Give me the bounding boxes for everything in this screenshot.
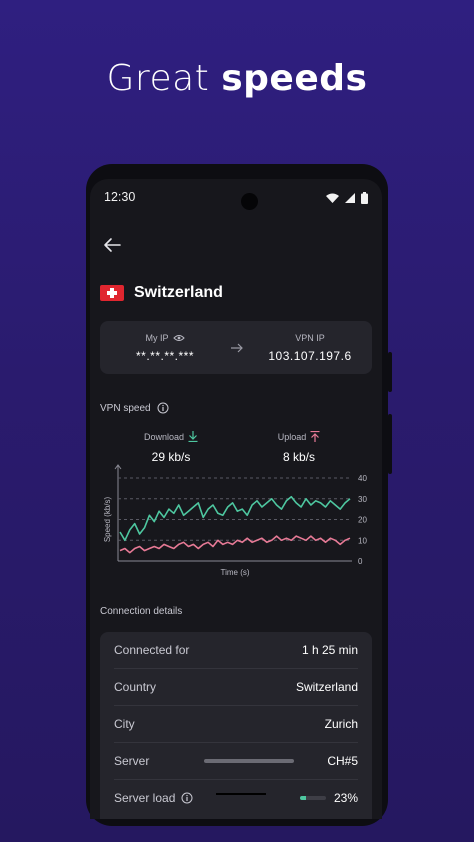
my-ip-label: My IP <box>145 333 169 343</box>
detail-value: Switzerland <box>295 680 358 694</box>
signal-icon <box>345 193 355 203</box>
status-bar: 12:30 <box>104 189 368 210</box>
vpn-speed-title-row: VPN speed <box>100 402 169 414</box>
headline-light: Great <box>106 58 210 99</box>
download-label: Download <box>143 431 185 442</box>
download-value: 29 kb/s <box>151 450 191 464</box>
upload-label: Upload <box>277 431 307 442</box>
download-arrow-icon <box>188 431 198 442</box>
detail-row-server-load: Server load 23% <box>114 780 358 816</box>
server-load-fill <box>299 796 306 800</box>
headline: Great speeds <box>0 58 474 99</box>
y-tick-label: 20 <box>358 516 367 525</box>
switzerland-flag-icon <box>100 285 124 301</box>
detail-value: 1 h 25 min <box>301 643 358 657</box>
download-series-line <box>119 495 351 542</box>
eye-icon[interactable] <box>172 334 185 342</box>
detail-row-country: Country Switzerland <box>114 669 358 706</box>
detail-label: City <box>114 717 135 731</box>
x-axis-label: Time (s) <box>220 568 249 577</box>
my-ip-value: **.**.**.*** <box>135 349 195 363</box>
connection-details-title: Connection details <box>100 606 183 617</box>
detail-row-server: Server CH#5 <box>114 743 358 780</box>
y-tick-label: 10 <box>358 536 367 545</box>
upload-series-line <box>119 535 351 554</box>
server-load-bar <box>299 796 326 800</box>
download-block: Download 29 kb/s <box>116 431 226 464</box>
detail-value: Zurich <box>324 717 358 731</box>
battery-icon <box>361 192 368 204</box>
detail-label: Server <box>114 754 150 768</box>
y-tick-label: 0 <box>358 557 363 566</box>
info-icon[interactable] <box>157 402 169 414</box>
detail-label: Connected for <box>114 643 190 657</box>
status-time: 12:30 <box>104 190 136 204</box>
detail-value: CH#5 <box>327 754 358 768</box>
my-ip-block: My IP **.**.**.*** <box>118 333 212 363</box>
y-tick-label: 40 <box>358 474 367 483</box>
ip-card: My IP **.**.**.*** VPN IP 103.107.197.6 <box>100 321 372 374</box>
country-header: Switzerland <box>100 284 223 302</box>
power-button <box>388 414 392 474</box>
upload-value: 8 kb/s <box>282 450 315 464</box>
phone-screen: 12:30 Switzerland My IP **.**.**.*** VPN… <box>90 179 382 819</box>
upload-block: Upload 8 kb/s <box>244 431 354 464</box>
detail-value: 23% <box>333 791 358 805</box>
vpn-ip-value: 103.107.197.6 <box>268 349 352 363</box>
speed-chart: 0 10 20 30 40 Time (s) Speed (kb/s) <box>103 464 367 577</box>
country-name: Switzerland <box>134 284 223 301</box>
volume-button <box>388 352 392 392</box>
detail-label: Country <box>114 680 157 694</box>
connection-details-card: Connected for 1 h 25 min Country Switzer… <box>100 632 372 819</box>
info-icon[interactable] <box>181 792 193 804</box>
status-icons <box>326 192 368 204</box>
wifi-icon <box>326 193 339 203</box>
server-divider-line <box>204 759 294 763</box>
detail-row-city: City Zurich <box>114 706 358 743</box>
arrow-right-icon <box>231 343 243 353</box>
y-tick-label: 30 <box>358 495 367 504</box>
headline-bold: speeds <box>221 58 368 99</box>
detail-row-connected-for: Connected for 1 h 25 min <box>114 632 358 669</box>
vpn-ip-block: VPN IP 103.107.197.6 <box>260 333 360 363</box>
back-arrow-icon[interactable] <box>100 233 124 257</box>
home-indicator <box>216 793 266 795</box>
vpn-ip-label: VPN IP <box>295 333 325 343</box>
y-axis-label: Speed (kb/s) <box>103 496 112 542</box>
camera-cutout <box>241 193 258 210</box>
detail-label: Server load <box>114 791 176 805</box>
vpn-speed-title: VPN speed <box>100 402 151 414</box>
upload-arrow-icon <box>310 431 320 442</box>
